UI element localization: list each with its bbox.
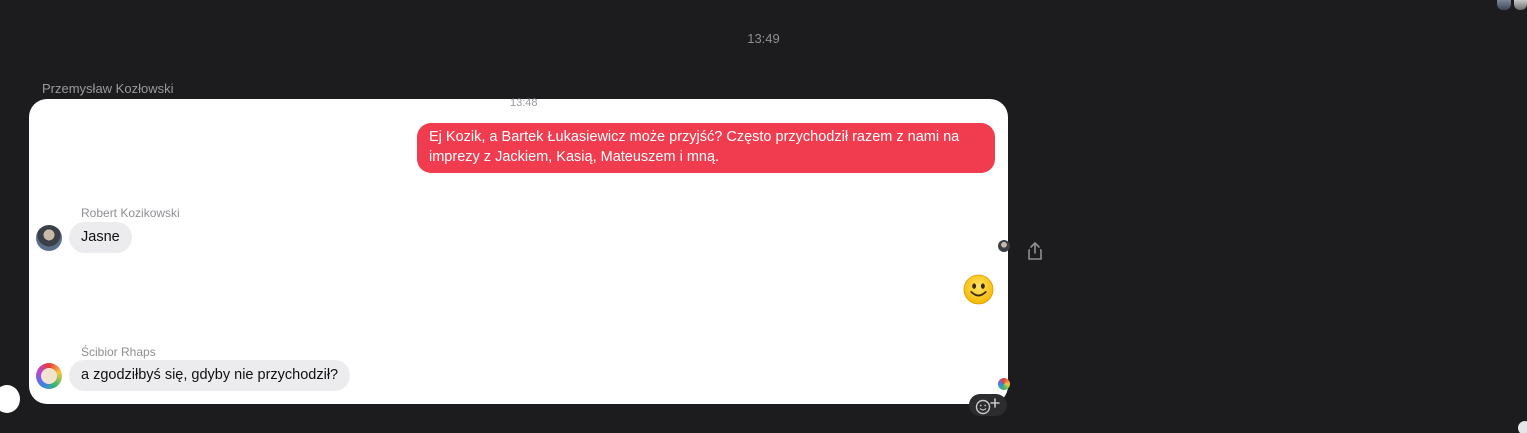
timestamp-divider: 13:49 [747,31,780,46]
participant-avatar[interactable] [1497,0,1511,10]
share-icon[interactable] [1025,241,1045,261]
chat-page: 13:49 Przemysław Kozłowski 13:48 Ej Kozi… [0,0,1527,433]
add-reaction-icon [975,398,1000,415]
participant-avatar[interactable] [1514,0,1527,10]
message-sender-name: Robert Kozikowski [81,206,180,220]
group-sender-name: Przemysław Kozłowski [42,81,174,96]
corner-indicator [1518,421,1527,433]
incoming-message-bubble[interactable]: Jasne [69,222,132,253]
read-receipt-avatar [998,378,1010,390]
outgoing-message-bubble[interactable]: Ej Kozik, a Bartek Łukasiewicz może przy… [417,123,995,173]
left-scroll-indicator [0,385,20,413]
message-sender-name: Ścibior Rhaps [81,345,156,359]
add-reaction-button[interactable] [969,394,1007,416]
read-receipt-avatar [998,240,1010,252]
smiley-face-emoji[interactable] [963,274,994,305]
message-timestamp: 13:48 [510,97,538,109]
sender-avatar[interactable] [36,363,62,389]
incoming-message-bubble[interactable]: a zgodziłbyś się, gdyby nie przychodził? [69,360,351,391]
sender-avatar[interactable] [36,225,62,251]
